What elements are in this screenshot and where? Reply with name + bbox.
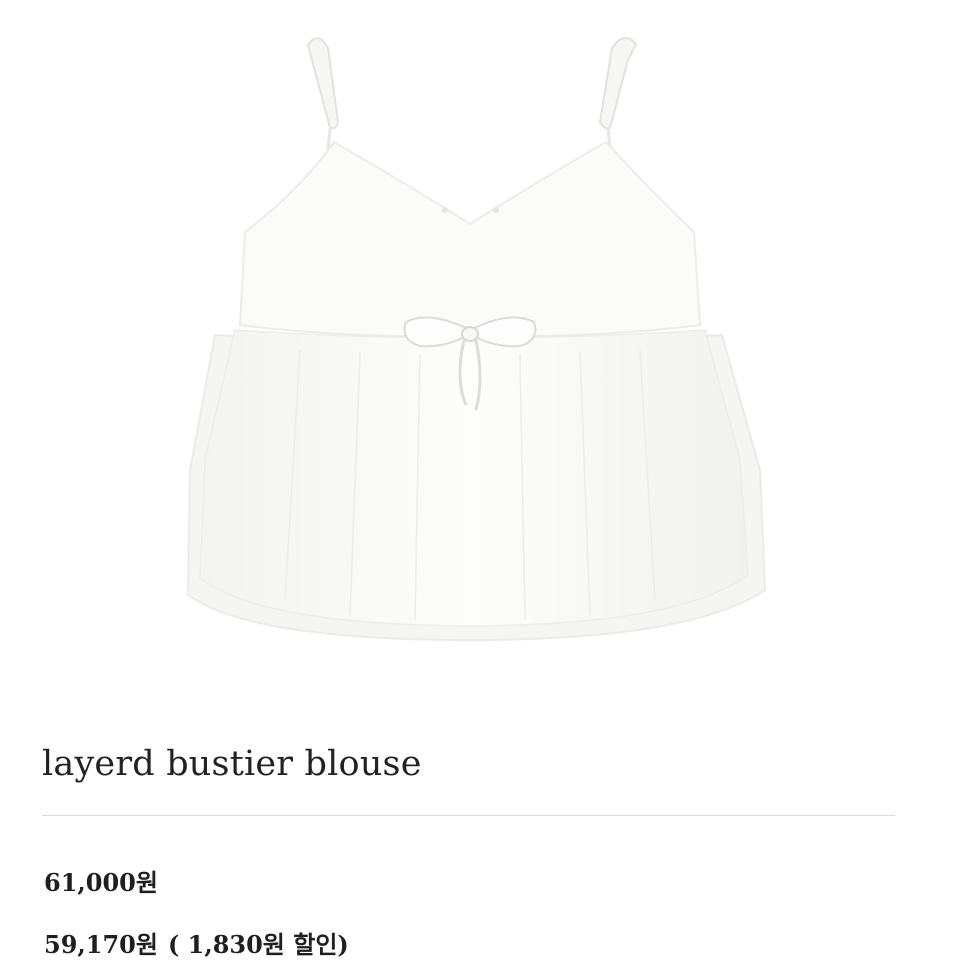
sale-price: 59,170원	[44, 930, 158, 959]
original-price: 61,000원	[44, 868, 158, 897]
product-photo	[0, 0, 962, 700]
discount-note: ( 1,830원 할인)	[167, 930, 349, 959]
sale-price-row: 59,170원 ( 1,830원 할인)	[44, 928, 349, 962]
divider	[42, 815, 895, 816]
product-title: layerd bustier blouse	[42, 744, 422, 784]
